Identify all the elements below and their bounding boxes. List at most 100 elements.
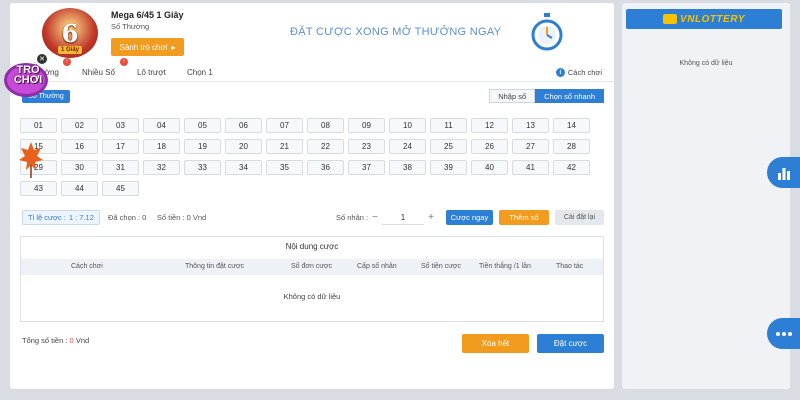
promo-text[interactable]: TRÒ CHƠI <box>6 65 50 93</box>
reset-button[interactable]: Cài đặt lại <box>555 210 604 225</box>
bet-table: Nội dung cược Cách chơi Thông tin đặt cư… <box>20 236 604 322</box>
number-cell[interactable]: 20 <box>225 139 262 154</box>
number-cell[interactable]: 39 <box>430 160 467 175</box>
number-cell[interactable]: 35 <box>266 160 303 175</box>
column-header: Cách chơi <box>71 263 103 270</box>
bet-amount: Số tiền : 0 Vnd <box>157 213 207 222</box>
number-cell[interactable]: 19 <box>184 139 221 154</box>
number-cell[interactable]: 45 <box>102 181 139 196</box>
number-cell[interactable]: 26 <box>471 139 508 154</box>
number-cell[interactable]: 38 <box>389 160 426 175</box>
column-header: Thông tin đặt cược <box>185 263 245 270</box>
clear-all-button[interactable]: Xóa hết <box>462 334 529 353</box>
number-cell[interactable]: 02 <box>61 118 98 133</box>
more-float-button[interactable] <box>767 318 800 349</box>
add-number-button[interactable]: Thêm số <box>499 210 549 225</box>
number-cell[interactable]: 07 <box>266 118 303 133</box>
number-cell[interactable]: 11 <box>430 118 467 133</box>
vnlottery-brand: VNLOTTERY <box>680 13 745 25</box>
vnlottery-logo-icon <box>663 14 678 24</box>
number-cell[interactable]: 31 <box>102 160 139 175</box>
tab-badge-icon: ! <box>120 58 128 66</box>
number-cell[interactable]: 21 <box>266 139 303 154</box>
bet-table-title: Nội dung cược <box>285 242 339 251</box>
quick-select-group: Nhập số Chọn số nhanh <box>489 89 604 103</box>
number-cell[interactable]: 41 <box>512 160 549 175</box>
number-cell[interactable]: 40 <box>471 160 508 175</box>
number-cell[interactable]: 44 <box>61 181 98 196</box>
number-cell[interactable]: 12 <box>471 118 508 133</box>
place-bet-button[interactable]: Đặt cược <box>537 334 604 353</box>
number-cell[interactable]: 42 <box>553 160 590 175</box>
number-cell[interactable]: 30 <box>61 160 98 175</box>
picked-count: Đã chọn : 0 <box>108 213 147 222</box>
minus-icon[interactable]: − <box>368 210 382 225</box>
multiplier-label: Số nhân : <box>336 213 369 222</box>
multiplier-input[interactable]: 1 <box>382 210 424 225</box>
odds-badge: Tỉ lệ cược : 1 : 7.12 <box>22 210 100 225</box>
bet-now-button[interactable]: Cược ngay <box>446 210 493 225</box>
number-cell[interactable]: 09 <box>348 118 385 133</box>
tab-badge-icon: ! <box>63 58 71 66</box>
number-cell[interactable]: 14 <box>553 118 590 133</box>
number-cell[interactable]: 16 <box>61 139 98 154</box>
main-panel <box>10 3 614 389</box>
number-cell[interactable]: 18 <box>143 139 180 154</box>
column-header: Số đơn cược <box>291 263 333 270</box>
number-cell[interactable]: 24 <box>389 139 426 154</box>
total-unit: Vnd <box>75 336 90 345</box>
number-cell[interactable]: 04 <box>143 118 180 133</box>
number-cell[interactable]: 08 <box>307 118 344 133</box>
bet-table-header: Cách chơi Thông tin đặt cược Số đơn cược… <box>21 259 603 275</box>
logo-tag: 1 Giây <box>57 46 82 54</box>
game-logo: 6 1 Giây <box>42 8 98 58</box>
number-cell[interactable]: 05 <box>184 118 221 133</box>
right-panel: VNLOTTERY Không có dữ liệu <box>622 3 790 389</box>
fast-pick-button[interactable]: Chọn số nhanh <box>535 89 604 103</box>
lobby-button[interactable]: Sảnh trò chơi ▸ <box>111 38 184 56</box>
maple-leaf-icon <box>19 142 43 178</box>
plus-icon[interactable]: + <box>424 210 438 225</box>
number-cell[interactable]: 10 <box>389 118 426 133</box>
number-cell[interactable]: 32 <box>143 160 180 175</box>
promo-close-icon[interactable]: ✕ <box>37 54 47 64</box>
number-cell[interactable]: 34 <box>225 160 262 175</box>
number-cell[interactable]: 06 <box>225 118 262 133</box>
guide-label: Cách chơi <box>567 68 602 77</box>
tab-chon-1[interactable]: Chọn 1 <box>187 68 213 77</box>
number-cell[interactable]: 13 <box>512 118 549 133</box>
tab-nhieu-so[interactable]: Nhiều Số <box>82 68 115 77</box>
number-cell[interactable]: 36 <box>307 160 344 175</box>
column-header: Thao tác <box>556 263 584 270</box>
game-subtitle: Số Thường <box>111 22 150 31</box>
total-label: Tổng số tiền : <box>22 336 68 345</box>
number-cell[interactable]: 28 <box>553 139 590 154</box>
number-cell[interactable]: 03 <box>102 118 139 133</box>
total-value: 0 <box>69 336 74 345</box>
number-cell[interactable]: 23 <box>348 139 385 154</box>
number-cell[interactable]: 27 <box>512 139 549 154</box>
number-cell[interactable]: 33 <box>184 160 221 175</box>
number-cell[interactable]: 25 <box>430 139 467 154</box>
play-arrow-icon: ▸ <box>171 42 176 52</box>
banner-text: ĐẶT CƯỢC XONG MỞ THƯỞNG NGAY <box>290 26 502 38</box>
tab-lo-truot[interactable]: Lô trượt <box>137 68 166 77</box>
number-cell[interactable]: 37 <box>348 160 385 175</box>
number-cell[interactable]: 17 <box>102 139 139 154</box>
lobby-button-label: Sảnh trò chơi <box>119 42 168 52</box>
guide-link[interactable]: i Cách chơi <box>555 68 602 77</box>
stats-float-button[interactable] <box>767 157 800 188</box>
odds-label: Tỉ lệ cược : <box>28 213 66 222</box>
manual-pick-button[interactable]: Nhập số <box>489 89 536 103</box>
game-title: Mega 6/45 1 Giây <box>111 10 184 20</box>
more-dots-icon <box>775 331 780 336</box>
multiplier-stepper: − 1 + <box>368 210 438 225</box>
more-dot <box>781 331 786 336</box>
column-header: Số tiền cược <box>421 263 462 270</box>
column-header: Tiền thắng /1 lần <box>479 263 531 270</box>
stopwatch-icon <box>531 13 563 51</box>
vnlottery-banner[interactable]: VNLOTTERY <box>626 9 782 29</box>
bar-chart-icon <box>777 167 790 180</box>
bet-table-empty: Không có dữ liệu <box>283 292 341 301</box>
number-cell[interactable]: 22 <box>307 139 344 154</box>
